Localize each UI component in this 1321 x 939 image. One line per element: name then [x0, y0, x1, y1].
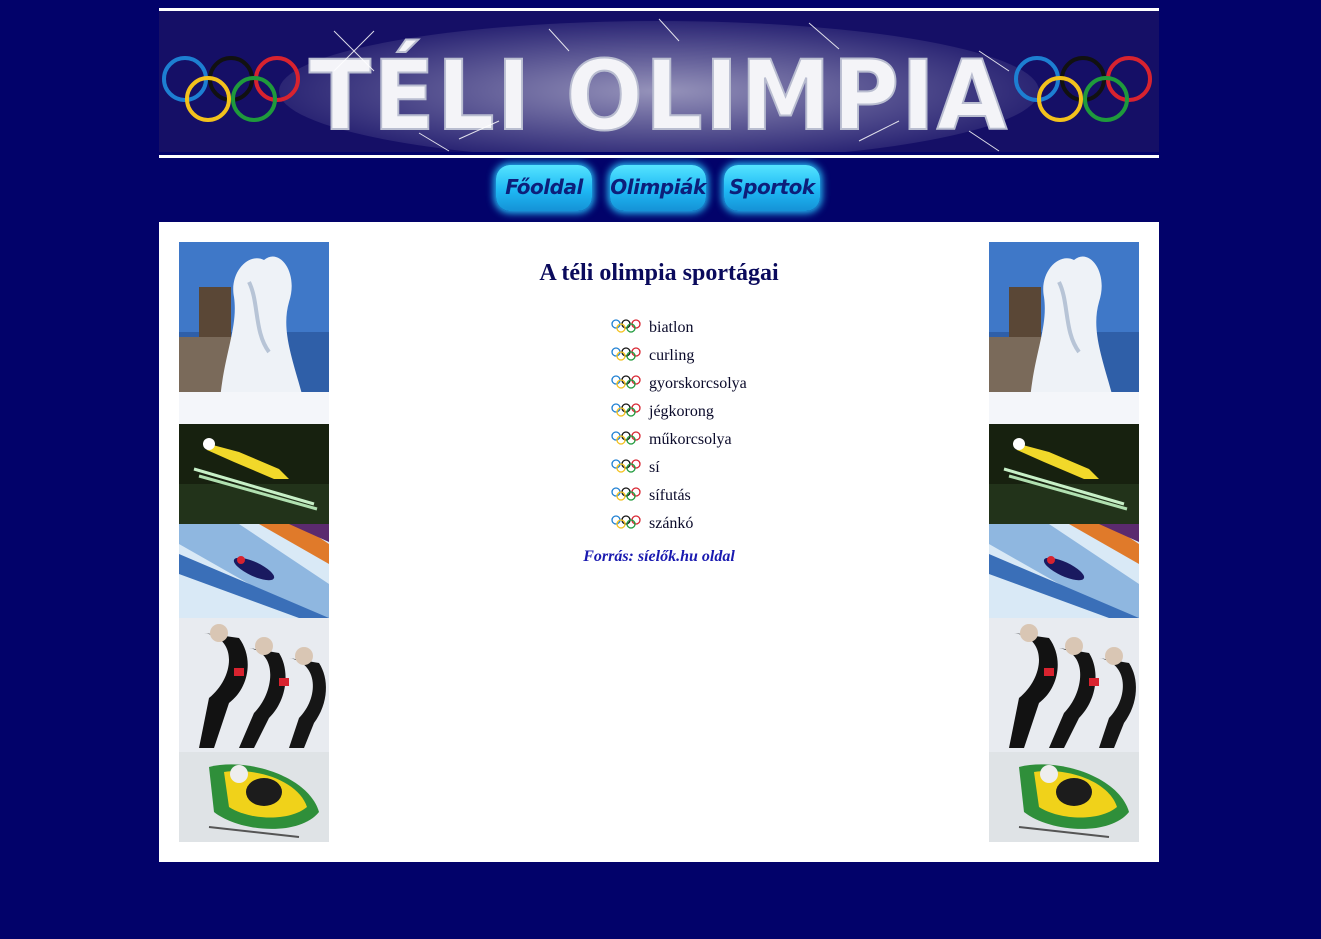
olympic-rings-icon — [611, 403, 641, 417]
ski-jumper-photo — [179, 424, 329, 524]
olympic-rings-icon — [611, 347, 641, 361]
bobsleigh-photo — [989, 752, 1139, 842]
banner-title: TÉLI OLIMPIA — [309, 39, 1009, 152]
olympic-rings-icon — [611, 515, 641, 529]
page-title: A téli olimpia sportágai — [539, 260, 779, 286]
sport-label: sí — [649, 459, 660, 476]
right-photo-strip — [989, 242, 1139, 842]
sport-label: műkorcsolya — [649, 431, 732, 448]
speed-skaters-photo — [989, 618, 1139, 752]
olympic-rings-icon — [611, 431, 641, 445]
sport-label: jégkorong — [649, 403, 714, 420]
main-nav: Főoldal Olimpiák Sportok — [159, 165, 1159, 213]
ice-sculpture-photo — [989, 242, 1139, 424]
sport-label: curling — [649, 347, 695, 364]
ice-sculpture-photo — [179, 242, 329, 424]
olympic-rings-icon — [611, 375, 641, 389]
olympic-rings-icon — [611, 487, 641, 501]
sport-label: sífutás — [649, 487, 691, 504]
olympic-rings-icon — [611, 319, 641, 333]
sport-label: gyorskorcsolya — [649, 375, 747, 392]
content-panel: A téli olimpia sportágai biatlon curling… — [159, 222, 1159, 862]
olympic-rings-icon — [611, 459, 641, 473]
header-banner: TÉLI OLIMPIA — [159, 11, 1159, 152]
source-link[interactable]: Forrás: síelők.hu oldal — [339, 548, 979, 566]
sport-label: biatlon — [649, 319, 694, 336]
left-photo-strip — [179, 242, 329, 842]
bobsleigh-photo — [179, 752, 329, 842]
luge-photo — [179, 524, 329, 618]
olympic-rings-icon — [162, 56, 300, 122]
speed-skaters-photo — [179, 618, 329, 752]
bottom-divider — [159, 155, 1159, 158]
nav-fooldal-button[interactable]: Főoldal — [496, 165, 592, 211]
nav-sportok-button[interactable]: Sportok — [724, 165, 820, 211]
ski-jumper-photo — [989, 424, 1139, 524]
sport-label: szánkó — [649, 515, 694, 532]
nav-olimpiak-button[interactable]: Olimpiák — [610, 165, 706, 211]
luge-photo — [989, 524, 1139, 618]
